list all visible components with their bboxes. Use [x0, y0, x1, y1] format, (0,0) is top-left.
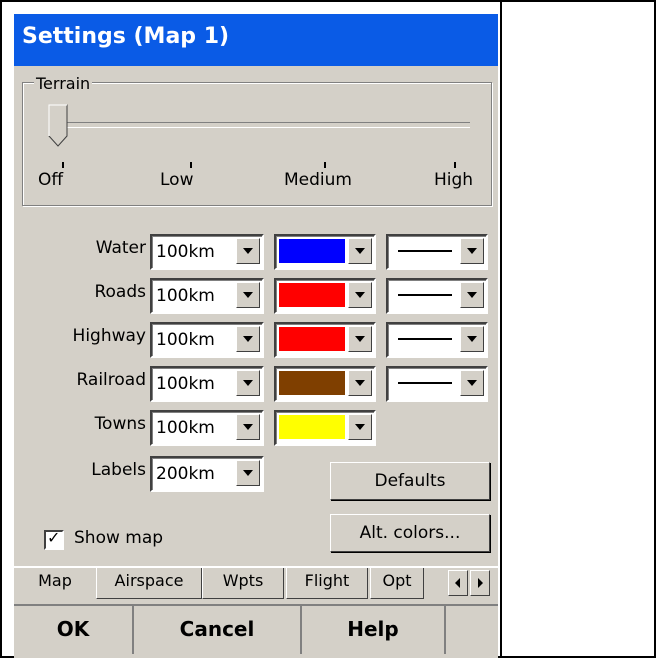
chevron-down-icon[interactable] [460, 326, 484, 352]
roads-range-select[interactable]: 100km [150, 278, 264, 314]
tab-wpts[interactable]: Wpts [202, 568, 284, 599]
roads-range-value: 100km [156, 286, 215, 306]
railroad-color-swatch [279, 371, 345, 395]
show-map-checkbox[interactable] [44, 528, 64, 550]
chevron-down-icon[interactable] [348, 326, 372, 352]
labels-range-value: 200km [156, 464, 215, 484]
frame-left-border [0, 0, 2, 658]
chevron-down-icon[interactable] [348, 238, 372, 264]
roads-label: Roads [94, 282, 146, 302]
show-map-label[interactable]: Show map [74, 528, 163, 548]
terrain-tick-label-medium: Medium [284, 170, 352, 190]
highway-label: Highway [72, 326, 146, 346]
terrain-group-label: Terrain [34, 74, 93, 93]
towns-label: Towns [94, 414, 146, 434]
chevron-down-icon[interactable] [348, 370, 372, 396]
labels-range-select[interactable]: 200km [150, 456, 264, 492]
terrain-group [22, 82, 492, 206]
highway-range-select[interactable]: 100km [150, 322, 264, 358]
terrain-slider-thumb[interactable] [48, 104, 68, 148]
chevron-down-icon[interactable] [348, 414, 372, 440]
frame-column-divider [500, 0, 502, 658]
title-bar: Settings (Map 1) [14, 14, 498, 66]
water-label: Water [95, 238, 146, 258]
roads-color-swatch [279, 283, 345, 307]
chevron-down-icon[interactable] [348, 282, 372, 308]
chevron-down-icon[interactable] [236, 414, 260, 440]
water-line-style-select[interactable] [386, 234, 488, 270]
towns-color-select[interactable] [274, 410, 376, 446]
help-button[interactable]: Help [302, 606, 446, 654]
towns-color-swatch [279, 415, 345, 439]
chevron-down-icon[interactable] [460, 370, 484, 396]
cancel-button[interactable]: Cancel [134, 606, 302, 654]
chevron-down-icon[interactable] [236, 282, 260, 308]
frame-top-border [0, 0, 656, 2]
chevron-down-icon[interactable] [460, 238, 484, 264]
roads-color-select[interactable] [274, 278, 376, 314]
terrain-slider-track[interactable] [66, 122, 470, 128]
chevron-down-icon[interactable] [236, 370, 260, 396]
terrain-tick-low [190, 162, 192, 168]
settings-dialog: Settings (Map 1) Terrain Off Low Medium … [14, 14, 498, 658]
arrow-left-icon[interactable] [448, 570, 468, 596]
terrain-tick-label-off: Off [38, 170, 64, 190]
terrain-tick-label-low: Low [160, 170, 194, 190]
water-range-select[interactable]: 100km [150, 234, 264, 270]
line-style-sample [398, 382, 452, 384]
tab-opt[interactable]: Opt [370, 568, 424, 599]
terrain-tick-label-high: High [434, 170, 474, 190]
labels-label: Labels [91, 460, 146, 480]
highway-range-value: 100km [156, 330, 215, 350]
railroad-color-select[interactable] [274, 366, 376, 402]
railroad-range-value: 100km [156, 374, 215, 394]
alt-colors-button[interactable]: Alt. colors... [330, 514, 490, 552]
line-style-sample [398, 294, 452, 296]
ok-button[interactable]: OK [14, 606, 134, 654]
terrain-tick-high [454, 162, 456, 168]
chevron-down-icon[interactable] [236, 326, 260, 352]
chevron-down-icon[interactable] [460, 282, 484, 308]
railroad-line-style-select[interactable] [386, 366, 488, 402]
chevron-down-icon[interactable] [236, 238, 260, 264]
highway-line-style-select[interactable] [386, 322, 488, 358]
water-color-swatch [279, 239, 345, 263]
arrow-right-icon[interactable] [470, 570, 490, 596]
towns-range-select[interactable]: 100km [150, 410, 264, 446]
tab-flight[interactable]: Flight [286, 568, 368, 599]
terrain-tick-off [62, 162, 64, 168]
terrain-tick-medium [324, 162, 326, 168]
defaults-button[interactable]: Defaults [330, 462, 490, 500]
towns-range-value: 100km [156, 418, 215, 438]
water-range-value: 100km [156, 242, 215, 262]
roads-line-style-select[interactable] [386, 278, 488, 314]
railroad-label: Railroad [76, 370, 146, 390]
line-style-sample [398, 338, 452, 340]
chevron-down-icon[interactable] [236, 460, 260, 486]
tab-airspace[interactable]: Airspace [96, 568, 202, 599]
highway-color-select[interactable] [274, 322, 376, 358]
railroad-range-select[interactable]: 100km [150, 366, 264, 402]
tab-map[interactable]: Map [18, 568, 92, 598]
line-style-sample [398, 250, 452, 252]
water-color-select[interactable] [274, 234, 376, 270]
highway-color-swatch [279, 327, 345, 351]
dialog-title: Settings (Map 1) [22, 24, 230, 49]
